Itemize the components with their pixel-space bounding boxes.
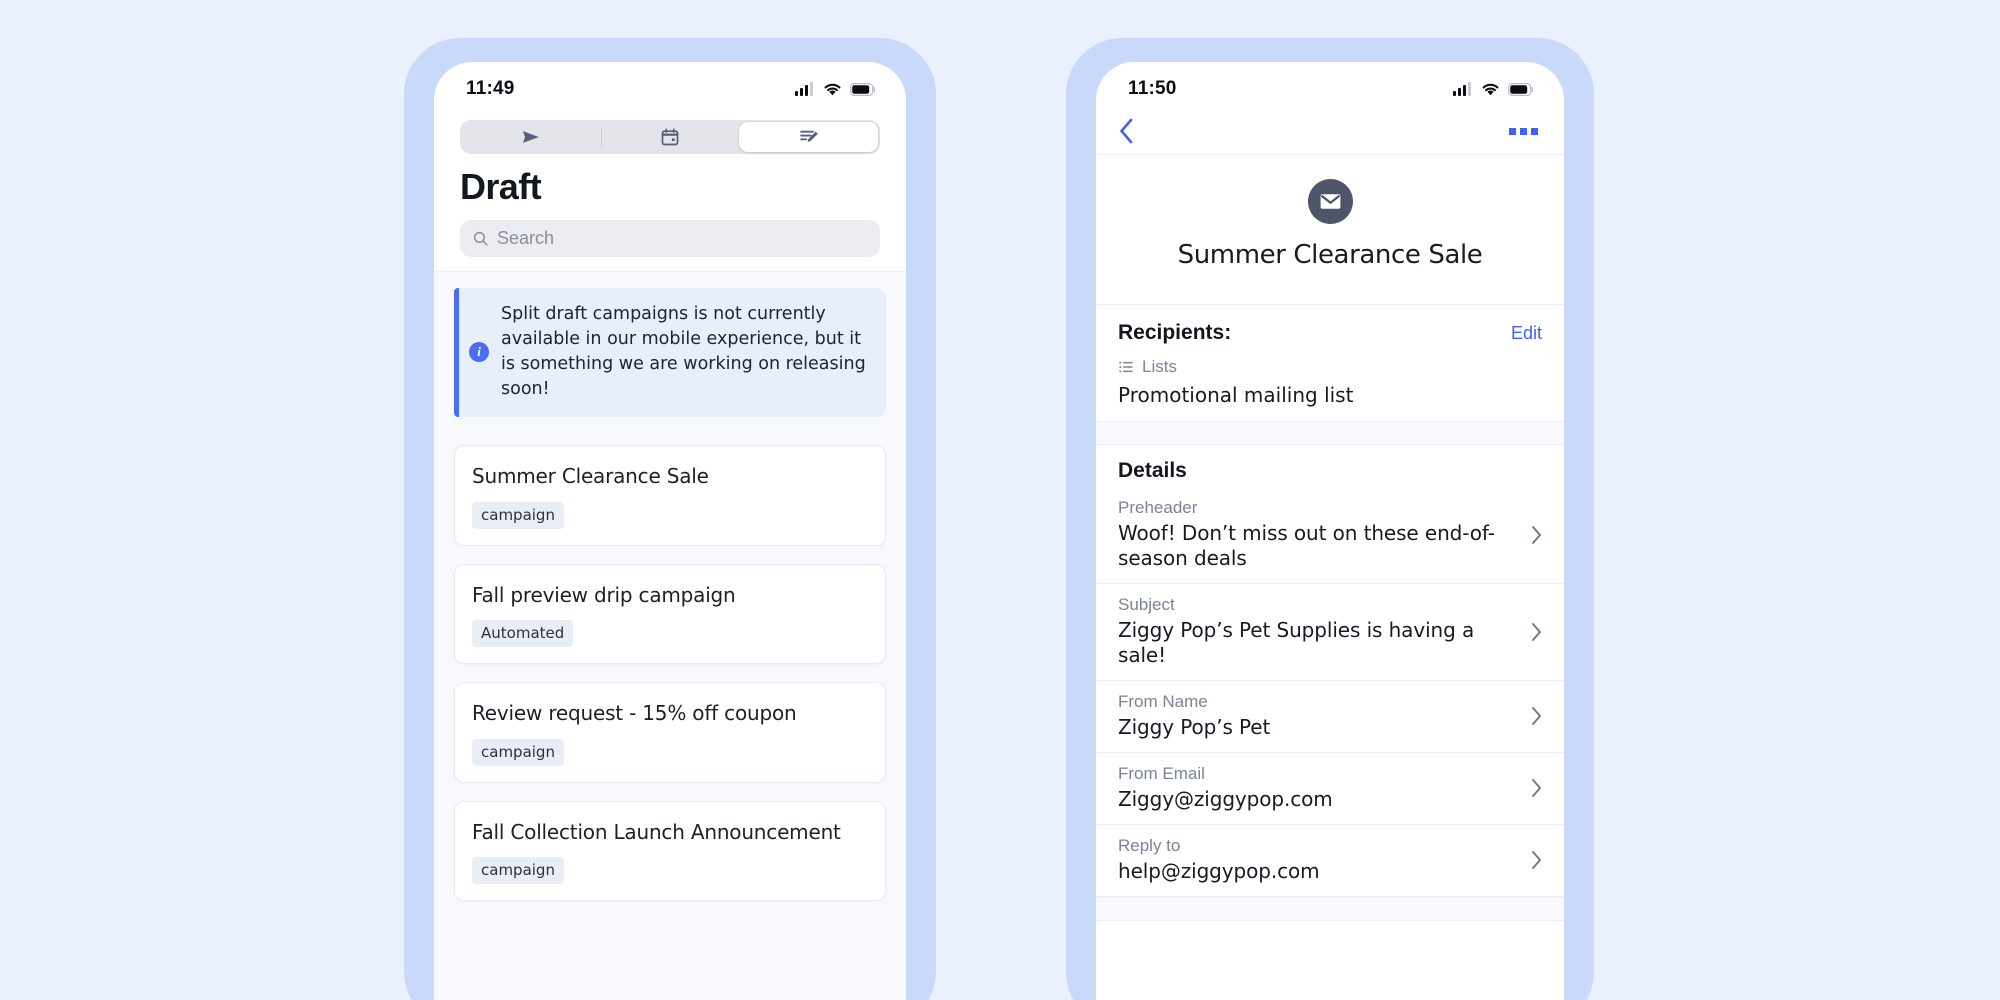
status-icons (795, 82, 876, 96)
draft-tag: Automated (472, 620, 574, 648)
chevron-right-icon (1532, 779, 1541, 797)
kebab-dot (1520, 127, 1527, 135)
cellular-bars-icon (1453, 82, 1471, 96)
status-icons (1453, 82, 1534, 96)
lists-value: Promotional mailing list (1118, 383, 1354, 407)
info-banner: i Split draft campaigns is not currently… (454, 288, 886, 418)
bulleted-list-icon (1119, 361, 1133, 373)
recipients-section: Recipients: Edit Lists Promotional maili… (1096, 305, 1564, 421)
kebab-dot (1509, 127, 1516, 135)
detail-field-text: From Name Ziggy Pop’s Pet (1118, 692, 1270, 740)
chevron-right-icon (1532, 622, 1541, 641)
draft-tag: campaign (472, 501, 564, 529)
detail-field-reply-to[interactable]: Reply to help@ziggypop.com (1096, 825, 1564, 897)
detail-field-from-email[interactable]: From Email Ziggy@ziggypop.com (1096, 753, 1564, 825)
field-value: help@ziggypop.com (1118, 859, 1320, 883)
search-icon (473, 231, 488, 246)
details-heading: Details (1118, 459, 1187, 482)
lists-row: Lists (1118, 357, 1542, 377)
avatar (1307, 179, 1353, 224)
draft-title: Summer Clearance Sale (472, 464, 709, 489)
kebab-dot (1531, 127, 1538, 135)
field-value: Ziggy Pop’s Pet (1118, 715, 1271, 739)
draft-title: Review request - 15% off coupon (472, 701, 797, 726)
cellular-bars-icon (795, 82, 813, 96)
search-placeholder: Search (497, 228, 555, 248)
info-banner-text: Split draft campaigns is not currently a… (501, 304, 866, 399)
segmented-control-wrap (434, 108, 906, 154)
recipients-heading: Recipients: (1118, 321, 1232, 344)
draft-title: Fall Collection Launch Announcement (472, 819, 841, 844)
wifi-icon (1482, 83, 1499, 96)
draft-list-area: i Split draft campaigns is not currently… (434, 271, 906, 1000)
draft-card[interactable]: Review request - 15% off coupon campaign (454, 682, 886, 783)
screen-campaign-detail: 11:50 Summer Clearance Sale Recipients: … (1096, 62, 1564, 1000)
battery-icon (1508, 82, 1533, 96)
draft-tag: campaign (472, 738, 564, 766)
detail-field-text: Reply to help@ziggypop.com (1118, 836, 1320, 884)
kebab-menu-icon[interactable] (1509, 127, 1538, 135)
detail-field-text: Subject Ziggy Pop’s Pet Supplies is havi… (1118, 595, 1521, 668)
chevron-right-icon (1532, 525, 1541, 544)
chevron-left-icon[interactable] (1118, 117, 1135, 145)
segmented-control[interactable] (460, 120, 880, 154)
field-value: Woof! Don’t miss out on these end-of-sea… (1118, 521, 1495, 570)
status-time: 11:50 (1128, 78, 1177, 99)
page-title: Summer Clearance Sale (1177, 240, 1483, 270)
detail-field-from-name[interactable]: From Name Ziggy Pop’s Pet (1096, 681, 1564, 753)
draft-title: Fall preview drip campaign (472, 582, 736, 607)
detail-field-text: Preheader Woof! Don’t miss out on these … (1118, 498, 1521, 571)
tab-draft[interactable] (739, 122, 879, 152)
recipients-header-row: Recipients: Edit (1118, 321, 1542, 345)
phone-mockup-draft-list: 11:49 Draft Search i Split draft campaig… (404, 38, 936, 1000)
info-circle-icon: i (469, 341, 489, 362)
nav-bar (1096, 108, 1564, 155)
phone-mockup-campaign-detail: 11:50 Summer Clearance Sale Recipients: … (1066, 38, 1594, 1000)
segment-divider (600, 129, 602, 147)
draft-card[interactable]: Summer Clearance Sale campaign (454, 445, 886, 546)
field-label: From Email (1118, 764, 1205, 783)
campaign-hero: Summer Clearance Sale (1096, 155, 1564, 305)
chevron-right-icon (1532, 851, 1541, 869)
calendar-icon (661, 128, 679, 146)
field-value: Ziggy Pop’s Pet Supplies is having a sal… (1118, 618, 1475, 667)
battery-icon (850, 82, 875, 96)
detail-field-text: From Email Ziggy@ziggypop.com (1118, 764, 1333, 812)
field-label: Preheader (1118, 498, 1198, 517)
paper-plane-icon (523, 131, 540, 143)
status-time: 11:49 (466, 78, 515, 99)
tab-sent[interactable] (462, 122, 601, 152)
section-separator-bottom (1096, 897, 1564, 921)
draft-tag: campaign (472, 856, 564, 884)
screen-draft-list: 11:49 Draft Search i Split draft campaig… (434, 62, 906, 1000)
search-input[interactable]: Search (460, 220, 880, 257)
chevron-right-icon (1532, 707, 1541, 725)
edit-recipients-button[interactable]: Edit (1511, 323, 1542, 344)
draft-card[interactable]: Fall preview drip campaign Automated (454, 563, 886, 665)
field-value: Ziggy@ziggypop.com (1118, 787, 1333, 811)
draft-edit-icon (799, 130, 818, 142)
section-separator (1096, 421, 1564, 445)
status-bar: 11:50 (1096, 62, 1564, 108)
page-title: Draft (460, 166, 542, 207)
wifi-icon (824, 83, 841, 96)
field-label: Subject (1118, 595, 1175, 614)
lists-label: Lists (1142, 357, 1177, 376)
draft-card[interactable]: Fall Collection Launch Announcement camp… (454, 800, 886, 901)
search-wrap: Search (434, 208, 906, 271)
field-label: Reply to (1118, 836, 1181, 855)
detail-field-subject[interactable]: Subject Ziggy Pop’s Pet Supplies is havi… (1096, 584, 1564, 681)
screenshot-canvas: 11:49 Draft Search i Split draft campaig… (0, 0, 2000, 1000)
tab-scheduled[interactable] (600, 122, 740, 152)
envelope-icon (1320, 194, 1340, 209)
detail-field-preheader[interactable]: Preheader Woof! Don’t miss out on these … (1096, 487, 1564, 584)
status-bar: 11:49 (434, 62, 906, 108)
field-label: From Name (1118, 692, 1208, 711)
